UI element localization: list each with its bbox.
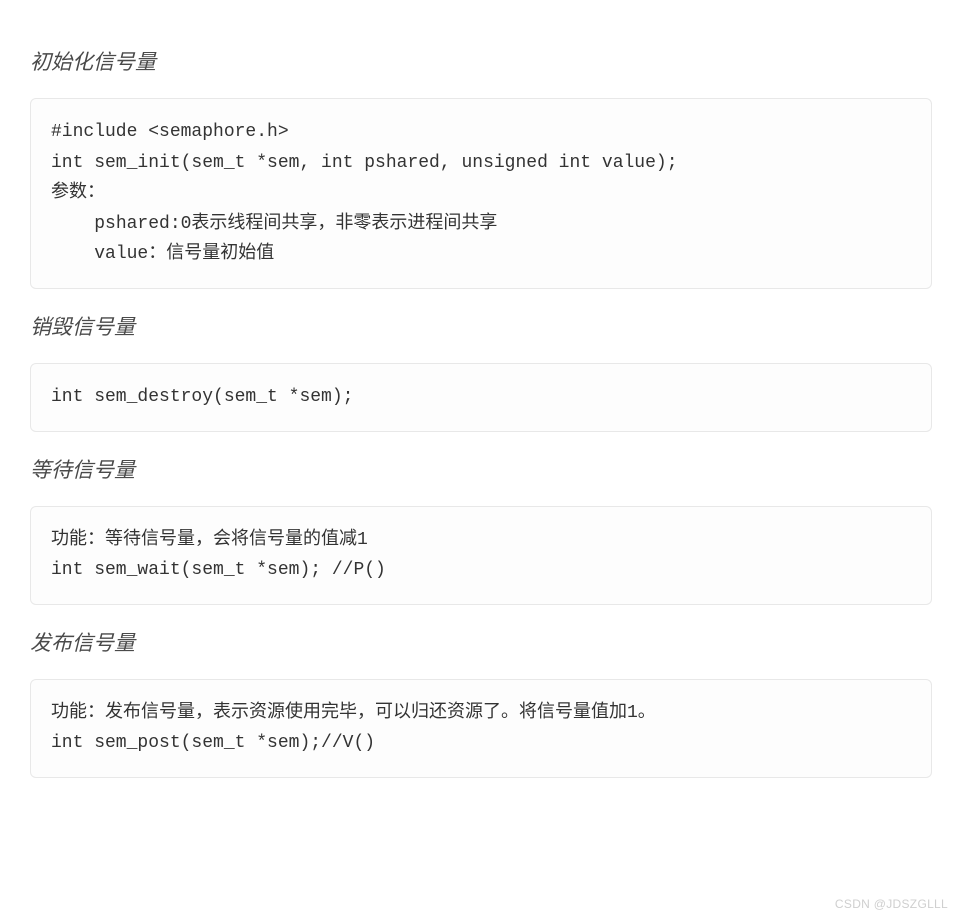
heading-init-semaphore: 初始化信号量 [30, 46, 932, 76]
code-block-init: #include <semaphore.h> int sem_init(sem_… [30, 98, 932, 289]
watermark-text: CSDN @JDSZGLLL [835, 897, 948, 911]
heading-post-semaphore: 发布信号量 [30, 627, 932, 657]
heading-wait-semaphore: 等待信号量 [30, 454, 932, 484]
code-block-destroy: int sem_destroy(sem_t *sem); [30, 363, 932, 432]
code-block-wait: 功能：等待信号量，会将信号量的值减1 int sem_wait(sem_t *s… [30, 506, 932, 605]
heading-destroy-semaphore: 销毁信号量 [30, 311, 932, 341]
code-block-post: 功能：发布信号量，表示资源使用完毕，可以归还资源了。将信号量值加1。 int s… [30, 679, 932, 778]
